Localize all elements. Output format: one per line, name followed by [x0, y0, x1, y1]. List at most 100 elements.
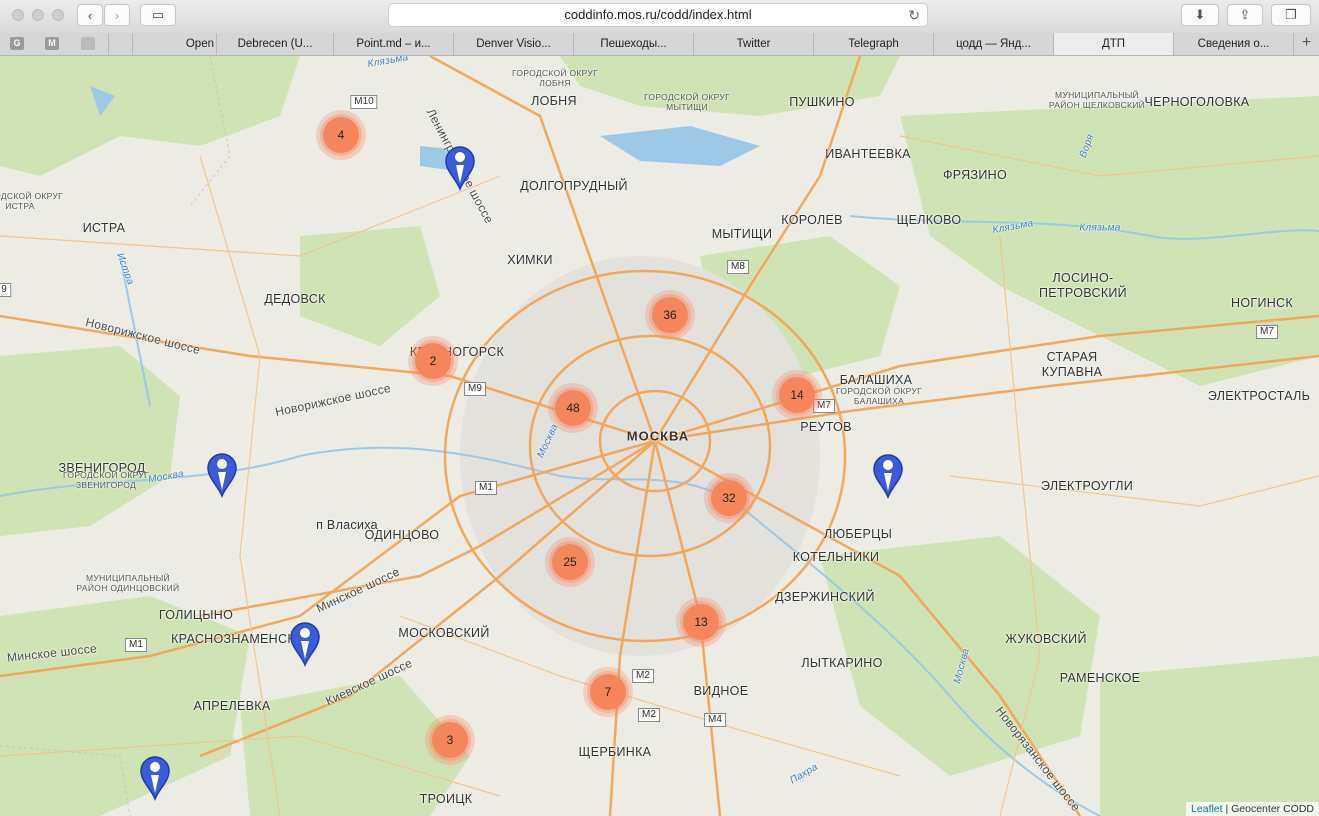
- cluster-count: 25: [552, 544, 588, 580]
- place-label: МОСКВА: [626, 428, 690, 444]
- forward-button[interactable]: ›: [104, 4, 130, 26]
- place-label: МОСКОВСКИЙ: [398, 626, 490, 640]
- place-label: ГОЛИЦЫНО: [158, 608, 234, 622]
- place-label: ЛОБНЯ: [531, 94, 577, 108]
- reload-icon[interactable]: ↻: [908, 4, 920, 26]
- tab-pedestrians[interactable]: Пешеходы...: [573, 33, 693, 55]
- accident-cluster-marker[interactable]: 36: [645, 290, 695, 340]
- accident-cluster-marker[interactable]: 4: [316, 110, 366, 160]
- tab-blank[interactable]: [108, 33, 132, 55]
- tab-dtp[interactable]: ДТП: [1053, 33, 1173, 55]
- accident-cluster-marker[interactable]: 3: [425, 715, 475, 765]
- place-label: ИСТРА: [82, 221, 126, 235]
- bookmark-google-icon[interactable]: G: [10, 37, 24, 50]
- accident-cluster-marker[interactable]: 48: [548, 383, 598, 433]
- district-label: ГОРОДСКОЙ ОКРУГ ЛОБНЯ: [511, 68, 599, 88]
- highway-shield: M1: [125, 638, 147, 652]
- cluster-count: 7: [590, 674, 626, 710]
- accident-pin-icon[interactable]: [289, 621, 321, 668]
- bookmark-mail-icon[interactable]: mail: [81, 37, 95, 50]
- highway-shield: M8: [727, 260, 749, 274]
- tab-debrecen[interactable]: Debrecen (U...: [216, 33, 333, 55]
- highway-shield: M2: [638, 708, 660, 722]
- place-label: БАЛАШИХА: [839, 373, 913, 387]
- accident-pin-icon[interactable]: [139, 755, 171, 802]
- highway-shield: M4: [704, 713, 726, 727]
- share-button[interactable]: ⇪: [1227, 4, 1263, 26]
- map-view[interactable]: ЛОБНЯ ПУШКИНО ЧЕРНОГОЛОВКА ДОЛГОПРУДНЫЙ ИВАН…: [0, 56, 1319, 816]
- accident-cluster-marker[interactable]: 13: [676, 597, 726, 647]
- tabs-overview-button[interactable]: ❐: [1271, 4, 1311, 26]
- plus-icon: +: [1301, 34, 1312, 51]
- downloads-button[interactable]: ⬇: [1181, 4, 1219, 26]
- place-label: КУПАВНА: [1041, 365, 1103, 379]
- accident-cluster-marker[interactable]: 14: [772, 370, 822, 420]
- tab-denver-vision[interactable]: Denver Visio...: [453, 33, 573, 55]
- place-label: ЩЕРБИНКА: [578, 745, 652, 759]
- place-label: ВИДНОЕ: [693, 684, 749, 698]
- sidebar-button[interactable]: ▭: [140, 4, 176, 26]
- address-bar[interactable]: coddinfo.mos.ru/codd/index.html ↻: [388, 3, 928, 27]
- tab-yandex[interactable]: цодд — Янд...: [933, 33, 1053, 55]
- tabs-icon: ❐: [1285, 7, 1297, 22]
- cluster-count: 2: [415, 343, 451, 379]
- highway-shield: M9: [464, 382, 486, 396]
- attribution-text: | Geocenter CODD: [1222, 803, 1314, 815]
- district-label: МУНИЦИПАЛЬНЫЙ РАЙОН ОДИНЦОВСКИЙ: [76, 573, 180, 593]
- highway-shield: M2: [632, 669, 654, 683]
- chevron-left-icon: ‹: [87, 7, 93, 23]
- leaflet-link[interactable]: Leaflet: [1191, 803, 1223, 815]
- place-label: ПЕТРОВСКИЙ: [1039, 286, 1127, 300]
- highway-shield: 9: [0, 283, 11, 297]
- accident-pin-icon[interactable]: [206, 452, 238, 499]
- sidebar-icon: ▭: [151, 7, 165, 22]
- new-tab-button[interactable]: +: [1293, 33, 1319, 55]
- close-window-button[interactable]: [12, 9, 24, 21]
- place-label: КРАСНОЗНАМЕНСК: [171, 632, 295, 646]
- district-label: ГОРОДСКОЙ ОКРУГ ИСТРА: [0, 191, 64, 211]
- tab-bar: G M mail Open Debrecen (U... Point.md – …: [0, 33, 1319, 56]
- accident-cluster-marker[interactable]: 32: [704, 473, 754, 523]
- place-label: МЫТИЩИ: [711, 227, 773, 241]
- chevron-right-icon: ›: [114, 7, 120, 23]
- accident-pin-icon[interactable]: [872, 453, 904, 500]
- cluster-count: 3: [432, 722, 468, 758]
- cluster-count: 32: [711, 480, 747, 516]
- share-icon: ⇪: [1239, 7, 1251, 22]
- place-label: ТРОИЦК: [419, 792, 473, 806]
- place-label: РАМЕНСКОЕ: [1059, 671, 1141, 685]
- minimize-window-button[interactable]: [32, 9, 44, 21]
- place-label: ЛОСИНО-: [1052, 271, 1114, 285]
- tab-svedeniya[interactable]: Сведения о...: [1173, 33, 1293, 55]
- highway-shield: M7: [1256, 325, 1278, 339]
- bookmark-m-icon[interactable]: M: [45, 37, 59, 50]
- accident-cluster-marker[interactable]: 7: [583, 667, 633, 717]
- district-label: ГОРОДСКОЙ ОКРУГ БАЛАШИХА: [835, 386, 923, 406]
- tab-telegraph[interactable]: Telegraph: [813, 33, 933, 55]
- accident-cluster-marker[interactable]: 25: [545, 537, 595, 587]
- accident-cluster-marker[interactable]: 2: [408, 336, 458, 386]
- river-label: Клязьма: [1079, 222, 1121, 234]
- cluster-count: 36: [652, 297, 688, 333]
- place-label: ЛЫТКАРИНО: [801, 656, 883, 670]
- cluster-count: 14: [779, 377, 815, 413]
- accident-pin-icon[interactable]: [444, 145, 476, 192]
- district-label: ГОРОДСКОЙ ОКРУГ ЗВЕНИГОРОД: [62, 470, 150, 490]
- back-button[interactable]: ‹: [77, 4, 103, 26]
- tab-twitter[interactable]: Twitter: [693, 33, 813, 55]
- tab-open[interactable]: Open: [132, 33, 216, 55]
- place-label: ПУШКИНО: [789, 95, 855, 109]
- zoom-window-button[interactable]: [52, 9, 64, 21]
- highway-shield: M1: [475, 481, 497, 495]
- place-label: п Власиха: [316, 518, 378, 532]
- place-label: ЭЛЕКТРОУГЛИ: [1040, 479, 1134, 493]
- place-label: ФРЯЗИНО: [943, 168, 1007, 182]
- cluster-count: 4: [323, 117, 359, 153]
- place-label: РЕУТОВ: [800, 420, 852, 434]
- cluster-count: 48: [555, 390, 591, 426]
- place-label: НОГИНСК: [1231, 296, 1293, 310]
- url-text: coddinfo.mos.ru/codd/index.html: [564, 7, 752, 22]
- place-label: КОТЕЛЬНИКИ: [792, 550, 880, 564]
- tab-point-md[interactable]: Point.md – и...: [333, 33, 453, 55]
- place-label: ЧЕРНОГОЛОВКА: [1144, 95, 1250, 109]
